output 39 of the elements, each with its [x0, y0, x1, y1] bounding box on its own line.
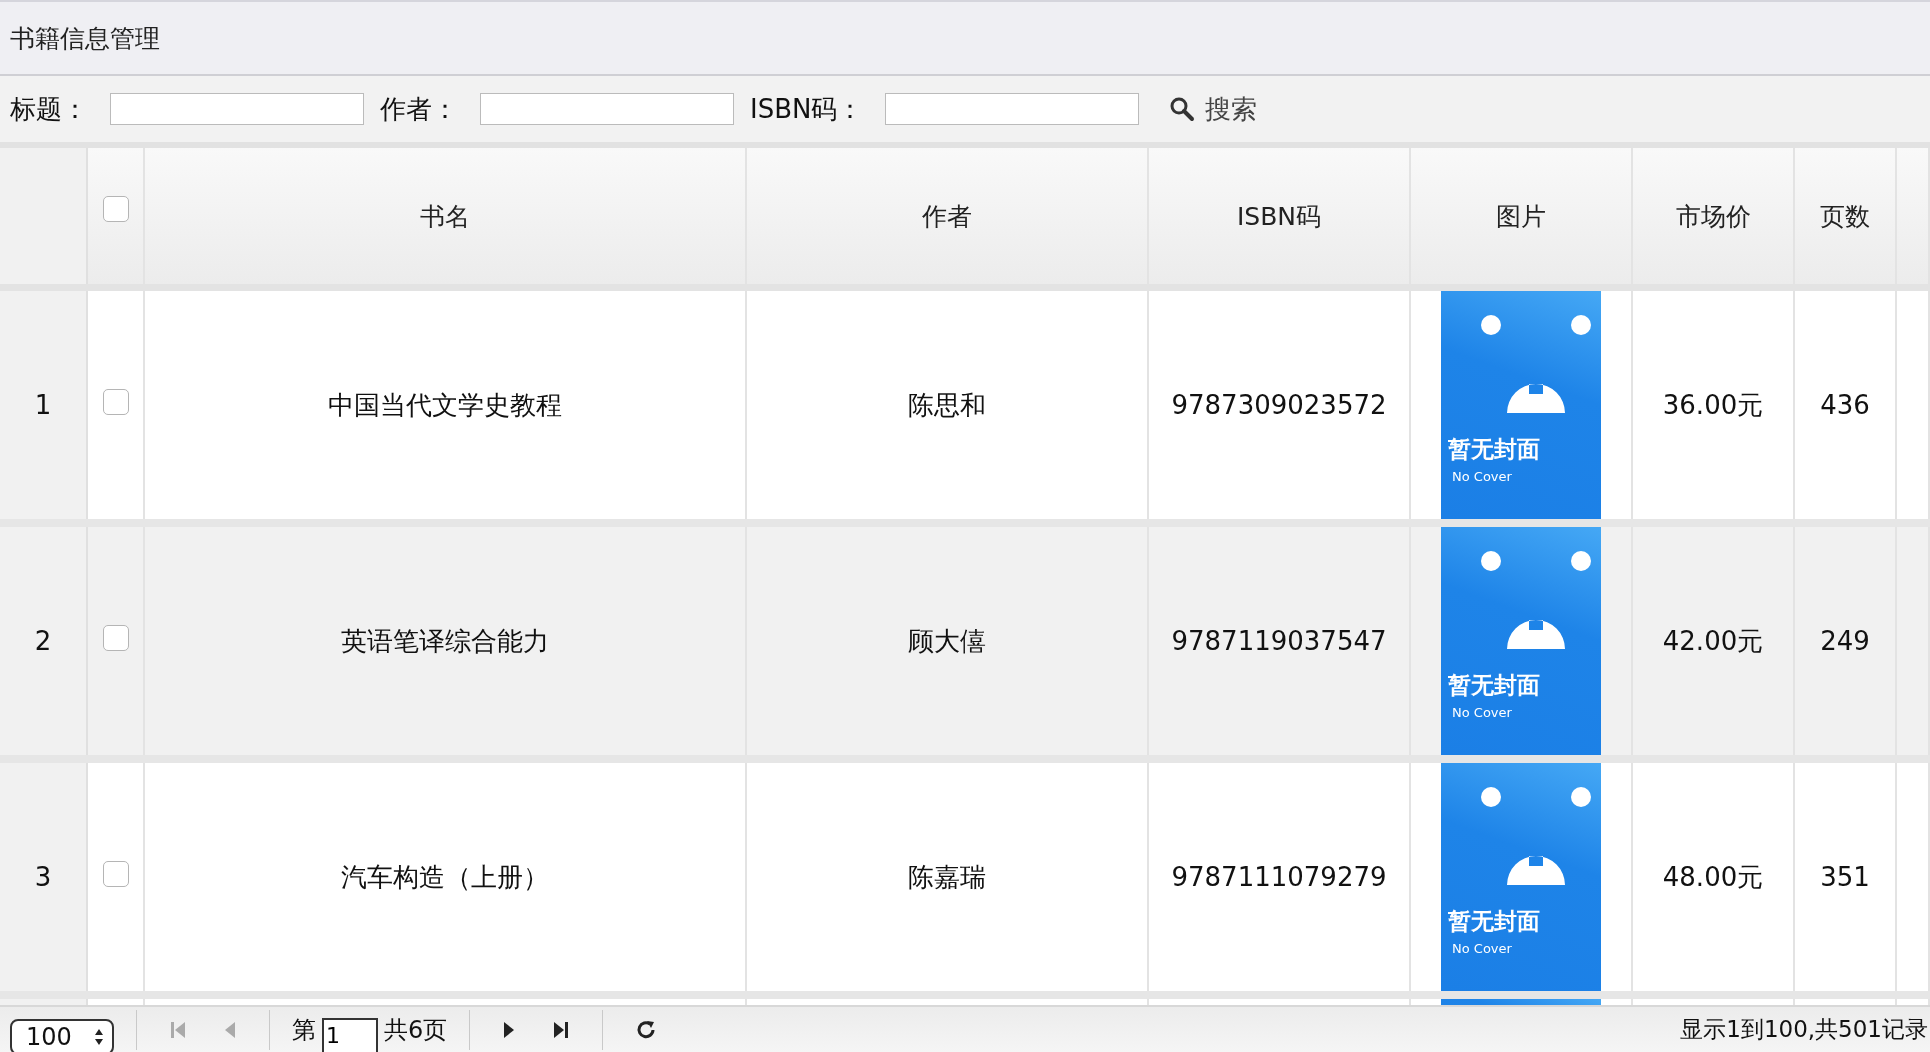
table-cell: 351 [1795, 763, 1897, 991]
column-header[interactable]: 作者 [747, 148, 1149, 284]
table-cell: 9787111079279 [1149, 763, 1411, 991]
table-cell: 英语笔译综合能力 [145, 527, 747, 755]
column-header[interactable]: 页数 [1795, 148, 1897, 284]
table-cell: 9787119037547 [1149, 527, 1411, 755]
table-cell: 中国当代文学史教程 [145, 291, 747, 519]
table-cell: 42.00元 [1633, 527, 1795, 755]
cover-subtitle: No Cover [1452, 469, 1512, 484]
cover-title: 暂无封面 [1448, 907, 1540, 936]
field-label: 标题： [10, 92, 88, 126]
table-cell: 陈嘉瑞 [747, 763, 1149, 991]
cover-title: 暂无封面 [1448, 435, 1540, 464]
cover-title: 暂无封面 [1448, 671, 1540, 700]
panel-title: 书籍信息管理 [10, 22, 160, 55]
table-cell: 36.00元 [1633, 291, 1795, 519]
table-cell: 9787309023572 [1149, 291, 1411, 519]
table-cell: 249 [1795, 527, 1897, 755]
record-summary: 显示1到100,共501记录 [1680, 1015, 1928, 1044]
table-cell: 48.00元 [1633, 763, 1795, 991]
column-header[interactable]: 书名 [145, 148, 747, 284]
field-label: ISBN码： [750, 92, 864, 126]
column-header[interactable]: 市场价 [1633, 148, 1795, 284]
column-header[interactable]: 图片 [1411, 148, 1633, 284]
page-number-field[interactable]: 1 [322, 1017, 378, 1052]
page-total: 共6页 [384, 1014, 448, 1046]
table-cell: 汽车构造（上册） [145, 763, 747, 991]
cover-subtitle: No Cover [1452, 941, 1512, 956]
search-button[interactable]: 搜索 [1163, 91, 1264, 127]
table-cell: 陈思和 [747, 291, 1149, 519]
table-cell: 顾大僖 [747, 527, 1149, 755]
page-label: 第 [292, 1014, 316, 1046]
page-size-select[interactable]: 100 [10, 1018, 114, 1052]
table-cell: 436 [1795, 291, 1897, 519]
row-number: 1 [0, 291, 88, 519]
column-header[interactable]: ISBN码 [1149, 148, 1411, 284]
cover-subtitle: No Cover [1452, 705, 1512, 720]
row-number: 3 [0, 763, 88, 991]
field-label: 作者： [380, 92, 458, 126]
